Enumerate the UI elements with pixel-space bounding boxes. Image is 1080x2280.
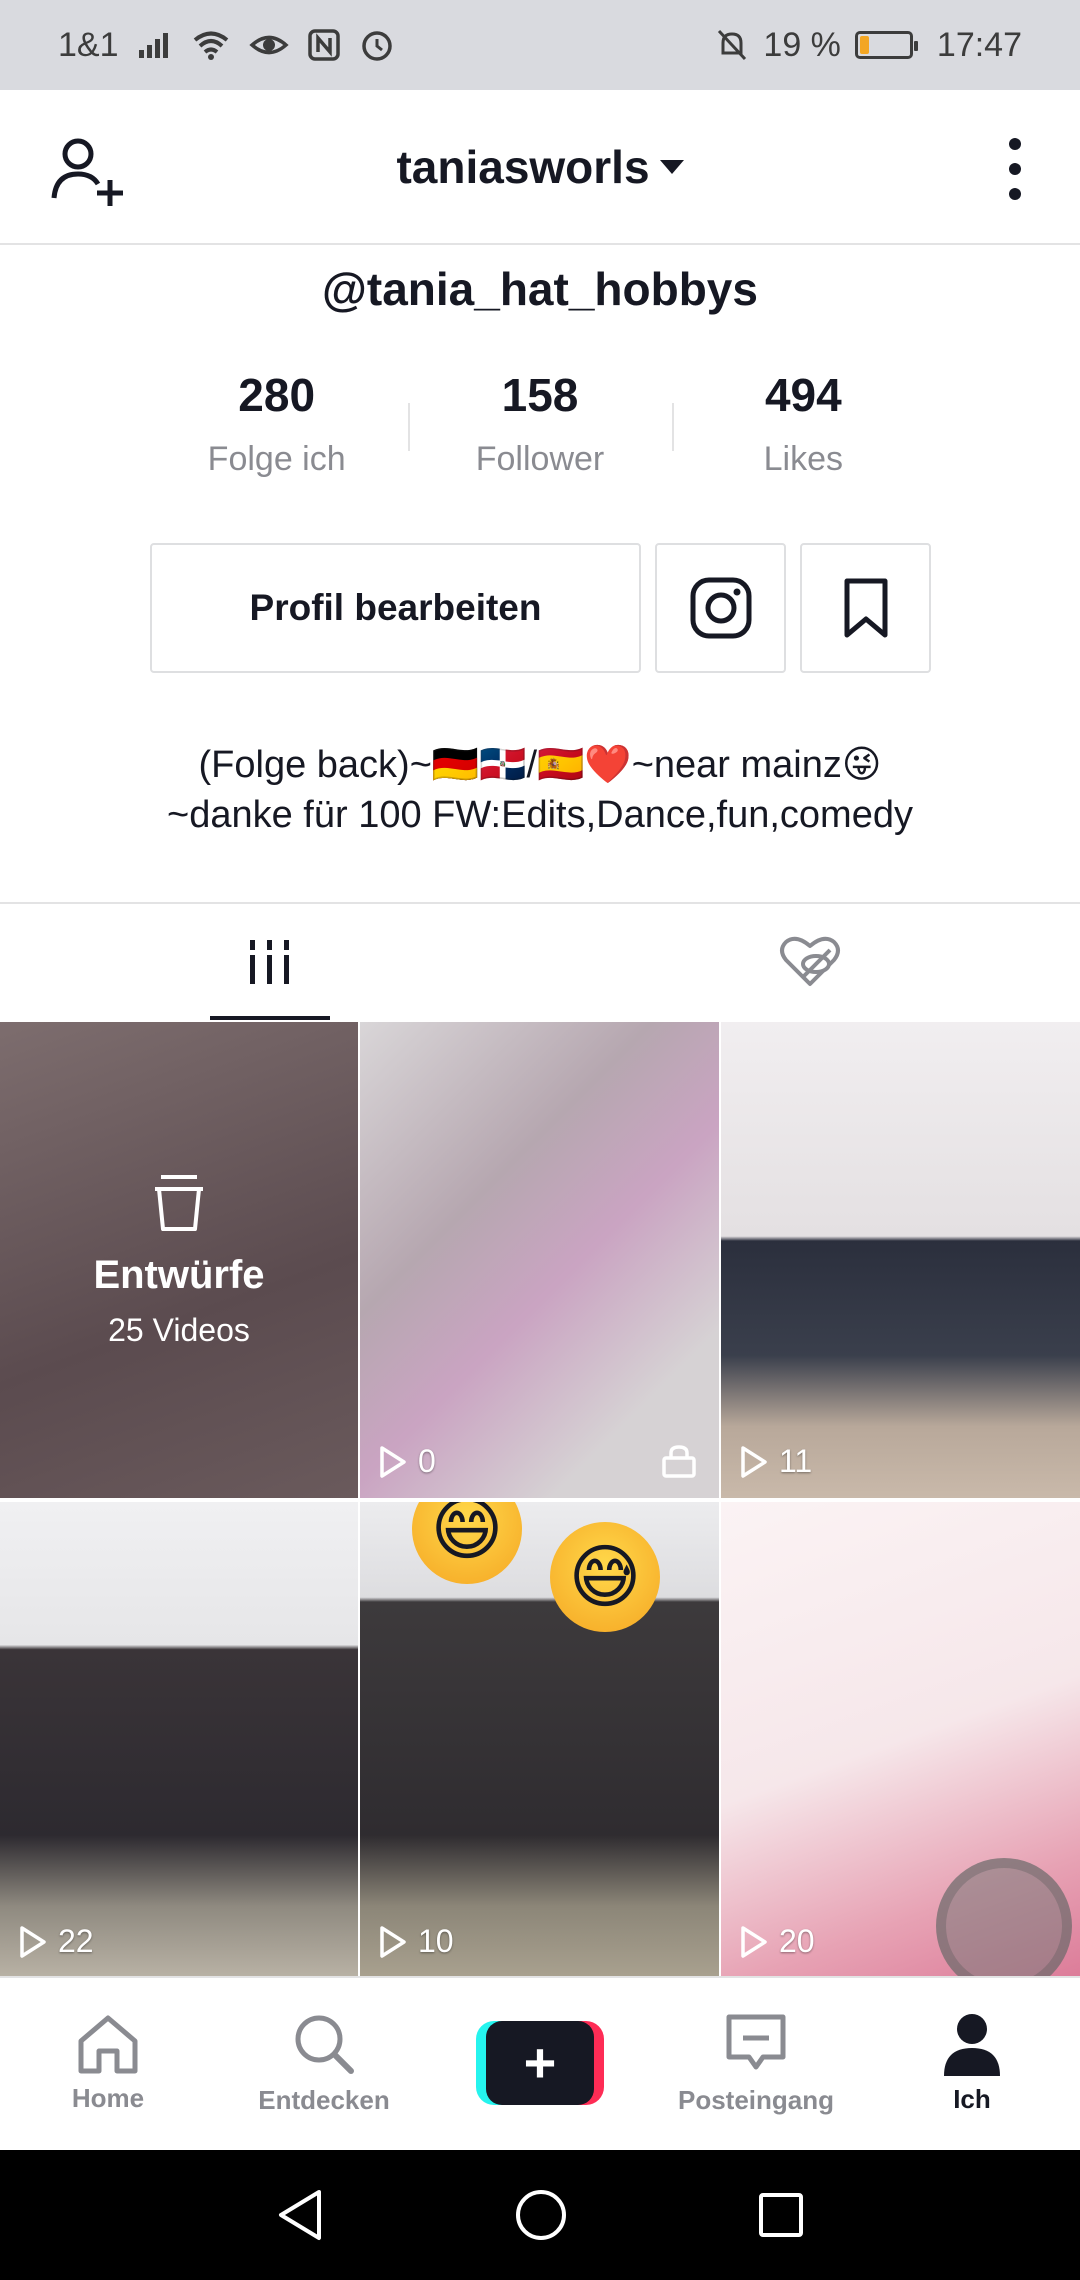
nav-profile-label: Ich	[953, 2083, 991, 2114]
play-icon	[20, 1925, 46, 1958]
drafts-title: Entwürfe	[93, 1253, 265, 1297]
battery-icon	[854, 31, 918, 59]
back-icon[interactable]	[275, 2188, 325, 2242]
nav-create[interactable]: +	[432, 1978, 648, 2148]
video-tile[interactable]: 😄 😅 10	[360, 1502, 719, 1978]
home-icon	[78, 2015, 138, 2073]
play-icon	[741, 1445, 767, 1478]
profile-tabs	[0, 902, 1080, 1020]
more-vertical-icon[interactable]	[1000, 134, 1030, 204]
account-name: taniasworls	[396, 140, 650, 193]
nav-profile[interactable]: Ich	[864, 1978, 1080, 2148]
nav-inbox-label: Posteingang	[677, 2084, 834, 2115]
stat-likes-count: 494	[764, 369, 842, 421]
nav-home[interactable]: Home	[0, 1978, 216, 2148]
floating-assistive-button[interactable]	[936, 1858, 1072, 1994]
tab-liked[interactable]	[540, 904, 1080, 1020]
add-user-icon[interactable]	[48, 132, 128, 212]
grinning-sweat-emoji: 😅	[550, 1522, 660, 1632]
stat-following[interactable]: 280 Folge ich	[145, 368, 408, 488]
status-bar: 1&1 19 % 17:47	[0, 0, 1080, 90]
view-count-value: 22	[58, 1923, 94, 1959]
bio-line-1: (Folge back)~🇩🇪🇩🇴/🇪🇸❤️~near mainz😜	[198, 744, 882, 786]
alarm-icon	[361, 31, 392, 61]
bottom-nav: Home Entdecken + Posteingang Ich	[0, 1976, 1080, 2148]
edit-profile-button[interactable]: Profil bearbeiten	[150, 543, 641, 673]
grinning-emoji: 😄	[412, 1502, 522, 1584]
system-nav-bar	[0, 2150, 1080, 2280]
home-circle-icon[interactable]	[514, 2188, 568, 2242]
trash-icon	[155, 1175, 203, 1231]
create-button[interactable]: +	[476, 2021, 604, 2105]
view-count-value: 10	[418, 1923, 454, 1959]
instagram-icon	[690, 577, 751, 639]
stat-likes-label: Likes	[763, 440, 843, 478]
caret-down-icon	[659, 159, 684, 174]
heart-hidden-icon	[780, 936, 840, 986]
nav-discover-label: Entdecken	[258, 2084, 390, 2115]
play-icon	[380, 1445, 406, 1478]
profile-stats: 280 Folge ich 158 Follower 494 Likes	[145, 368, 935, 488]
video-tile[interactable]: 11	[721, 1022, 1080, 1498]
profile-header: taniasworls	[0, 90, 1080, 245]
stat-following-count: 280	[238, 369, 316, 421]
favorites-button[interactable]	[800, 543, 931, 673]
drafts-tile[interactable]: Entwürfe 25 Videos	[0, 1022, 358, 1498]
instagram-button[interactable]	[655, 543, 786, 673]
inbox-icon	[726, 2014, 786, 2069]
nav-discover[interactable]: Entdecken	[216, 1978, 432, 2148]
video-tile[interactable]: 0	[360, 1022, 719, 1498]
stat-likes[interactable]: 494 Likes	[671, 368, 935, 488]
recents-icon[interactable]	[757, 2191, 805, 2239]
bookmark-icon	[844, 578, 887, 638]
stat-followers-count: 158	[501, 369, 579, 421]
account-switcher[interactable]: taniasworls	[396, 140, 684, 194]
view-count: 20	[739, 1923, 815, 1960]
view-count: 22	[18, 1923, 94, 1960]
eye-icon	[248, 35, 289, 55]
play-icon	[741, 1925, 767, 1958]
view-count-value: 20	[779, 1923, 815, 1959]
grid-icon	[250, 940, 289, 984]
battery-percent: 19 %	[763, 25, 841, 64]
carrier-label: 1&1	[58, 25, 119, 64]
view-count-value: 11	[779, 1443, 813, 1479]
lock-icon	[662, 1445, 696, 1478]
profile-icon	[944, 2013, 1000, 2076]
bell-off-icon	[718, 29, 747, 61]
video-grid: Entwürfe 25 Videos 0 11 22 😄 😅 10 20	[0, 1022, 1080, 1978]
search-icon	[295, 2015, 354, 2074]
profile-handle: @tania_hat_hobbys	[322, 263, 758, 315]
view-count-value: 0	[418, 1443, 436, 1479]
bio-line-2: ~danke für 100 FW:Edits,Dance,fun,comedy	[167, 794, 913, 836]
signal-icon	[138, 33, 168, 58]
profile-bio: (Folge back)~🇩🇪🇩🇴/🇪🇸❤️~near mainz😜 ~dank…	[0, 740, 1080, 840]
stat-following-label: Folge ich	[207, 440, 346, 478]
stat-followers[interactable]: 158 Follower	[408, 368, 671, 488]
video-tile[interactable]: 22	[0, 1502, 358, 1978]
view-count: 11	[739, 1443, 812, 1480]
tab-videos[interactable]	[0, 904, 540, 1020]
nav-home-label: Home	[71, 2082, 145, 2113]
stat-followers-label: Follower	[475, 440, 605, 478]
drafts-count: 25 Videos	[108, 1312, 250, 1348]
profile-actions: Profil bearbeiten	[150, 543, 931, 673]
nfc-icon	[307, 29, 340, 61]
nav-inbox[interactable]: Posteingang	[648, 1978, 864, 2148]
plus-icon: +	[486, 2021, 594, 2105]
clock: 17:47	[936, 25, 1022, 64]
view-count: 0	[378, 1443, 436, 1480]
play-icon	[380, 1925, 406, 1958]
wifi-icon	[193, 31, 228, 60]
view-count: 10	[378, 1923, 454, 1960]
